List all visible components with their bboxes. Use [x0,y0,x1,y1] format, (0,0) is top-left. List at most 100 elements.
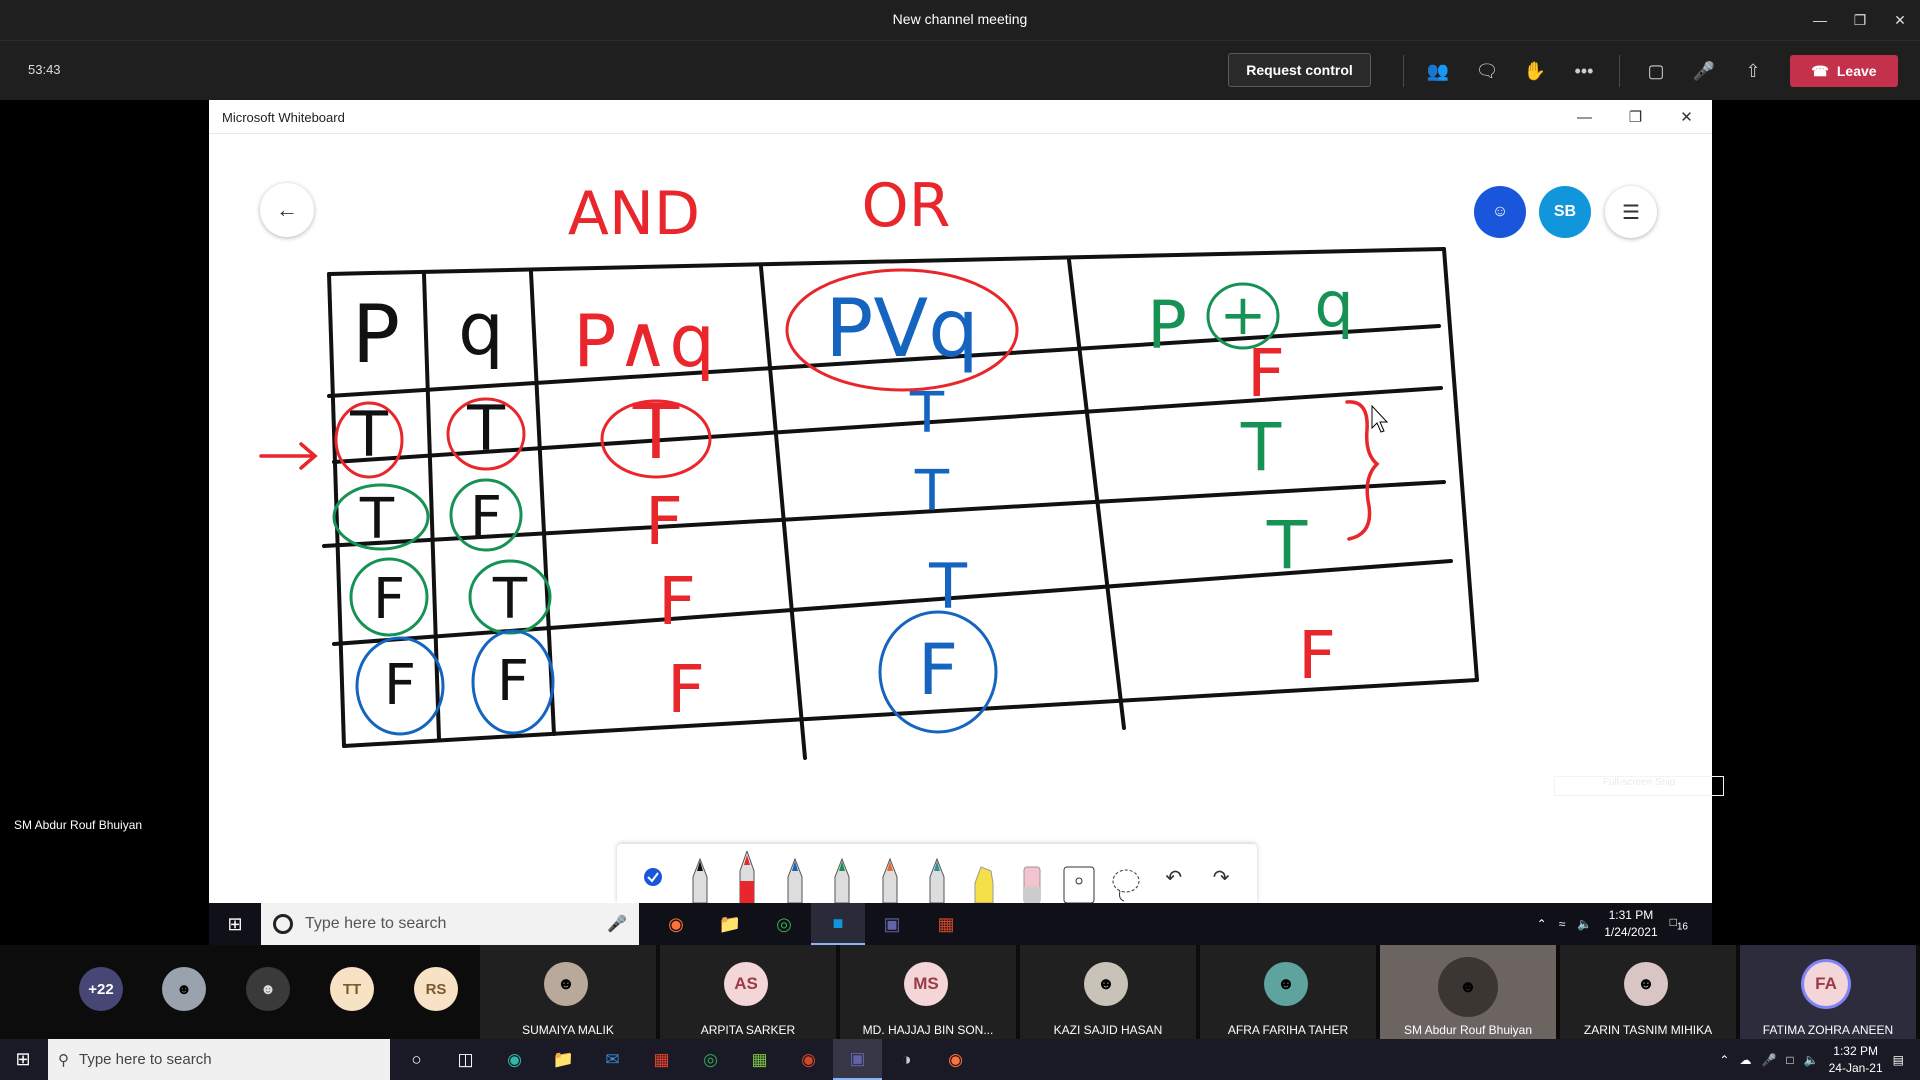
ruler-icon[interactable] [1059,851,1099,903]
participant-initials: MS [904,962,948,1006]
teams-icon[interactable]: ▣ [833,1039,882,1080]
participant-video-tile[interactable]: ☻ SM Abdur Rouf Bhuiyan [1380,945,1556,1039]
participant-tile[interactable]: ☻ ZARIN TASNIM MIHIKA [1560,945,1736,1039]
whiteboard-window: Microsoft Whiteboard — ❐ ✕ AND OR P q P∧… [209,100,1724,903]
participant-avatar-tt[interactable]: TT [330,967,374,1011]
chevron-up-icon[interactable]: ⌃ [1537,917,1547,931]
action-center-icon[interactable]: ▤ [1893,1053,1904,1067]
microphone-icon[interactable]: 🎤 [1761,1053,1776,1067]
redo-icon[interactable]: ↷ [1201,851,1241,903]
wifi-icon[interactable]: ≈ [1559,917,1566,931]
snip-overlay-label: Full-screen Snip [1554,776,1724,796]
teams-app-icon[interactable]: ▣ [865,903,919,945]
powerpoint-icon[interactable]: ◉ [784,1039,833,1080]
undo-icon[interactable]: ↶ [1154,851,1194,903]
highlighter-icon[interactable] [964,851,1004,903]
participant-avatar-rs[interactable]: RS [414,967,458,1011]
notification-icon[interactable]: □16 [1670,915,1688,932]
separator [1619,55,1620,87]
restore-icon[interactable]: ❐ [1840,0,1880,40]
cortana-icon[interactable]: ○ [392,1039,441,1080]
invite-person-icon[interactable]: ☺ [1474,186,1526,238]
table-col1-line [422,272,441,741]
truth-table-grid [322,247,1479,760]
participants-icon[interactable]: 👥 [1422,55,1454,87]
close-icon[interactable]: ✕ [1661,100,1712,134]
orange-pen-icon[interactable] [870,851,910,903]
table-col3-line [759,265,807,760]
close-icon[interactable]: ✕ [1880,0,1920,40]
back-arrow-icon[interactable]: ← [260,183,314,237]
black-pen-icon[interactable] [680,851,720,903]
camera-off-icon[interactable]: ▢ [1640,55,1672,87]
windows-start-icon[interactable]: ⊞ [209,903,261,945]
red-pen-icon[interactable] [727,851,767,903]
participant-tile[interactable]: MS MD. HAJJAJ BIN SON... [840,945,1016,1039]
whiteboard-canvas[interactable] [209,134,1712,844]
leave-button[interactable]: ☎ Leave [1790,55,1898,87]
office-icon[interactable]: ▦ [637,1039,686,1080]
more-actions-icon[interactable]: ••• [1568,55,1600,87]
phone-hangup-icon: ☎ [1811,62,1829,79]
volume-icon[interactable]: 🔈 [1804,1053,1819,1067]
powerpoint-app-icon[interactable]: ▦ [919,903,973,945]
firefox-icon[interactable]: ◉ [931,1039,980,1080]
presenter-clock[interactable]: 1:31 PM 1/24/2021 [1604,907,1657,941]
edge-icon[interactable]: ◉ [490,1039,539,1080]
minimize-icon[interactable]: — [1800,0,1840,40]
task-view-icon[interactable]: ◫ [441,1039,490,1080]
notification-count: 16 [1676,921,1688,933]
share-screen-icon[interactable]: ⇧ [1737,55,1769,87]
blue-pen-icon[interactable] [775,851,815,903]
avatar-sb[interactable]: SB [1539,186,1591,238]
participant-name: ZARIN TASNIM MIHIKA [1583,1023,1713,1037]
user-photo-icon: ☻ [260,980,276,998]
whiteboard-app-icon[interactable]: ■ [811,903,865,945]
participant-name: AFRA FARIHA TAHER [1227,1023,1349,1037]
file-explorer-icon[interactable]: 📁 [539,1039,588,1080]
select-check-icon[interactable] [633,851,673,903]
store-icon[interactable]: ▦ [735,1039,784,1080]
meeting-timer: 53:43 [28,62,61,77]
request-control-button[interactable]: Request control [1228,53,1371,87]
microphone-icon[interactable]: 🎤 [607,914,627,934]
participant-tile-speaking[interactable]: FA FATIMA ZOHRA ANEEN [1740,945,1916,1039]
network-icon[interactable]: □ [1786,1053,1793,1067]
taskbar-search-box[interactable]: ⚲ Type here to search [48,1039,390,1080]
paint-icon[interactable]: ◑ [882,1039,931,1080]
participants-strip: +22 ☻ ☻ TT RS ☻ SUMAIYA MALIK AS ARPITA … [0,945,1920,1039]
overflow-participants[interactable]: +22 [79,967,123,1011]
chevron-up-icon[interactable]: ⌃ [1719,1053,1729,1067]
lasso-icon[interactable] [1106,851,1146,903]
eraser-icon[interactable] [1012,851,1052,903]
firefox-icon[interactable]: ◉ [649,903,703,945]
participant-tile[interactable]: AS ARPITA SARKER [660,945,836,1039]
windows-start-icon[interactable]: ⊞ [0,1039,46,1080]
minimize-icon[interactable]: — [1559,100,1610,134]
participant-tile[interactable]: ☻ KAZI SAJID HASAN [1020,945,1196,1039]
hamburger-menu-icon[interactable]: ☰ [1605,186,1657,238]
chrome-icon[interactable]: ◎ [757,903,811,945]
presenter-search-box[interactable]: Type here to search 🎤 [261,903,639,945]
user-photo-icon: ☻ [544,962,588,1006]
participant-tile[interactable]: ☻ AFRA FARIHA TAHER [1200,945,1376,1039]
participant-name: MD. HAJJAJ BIN SON... [862,1023,994,1037]
user-photo-icon: ☻ [1624,962,1668,1006]
chat-icon[interactable]: 🗨 [1471,55,1503,87]
teal-pen-icon[interactable] [917,851,957,903]
volume-icon[interactable]: 🔈 [1577,917,1592,931]
mail-icon[interactable]: ✉ [588,1039,637,1080]
restore-icon[interactable]: ❐ [1610,100,1661,134]
raise-hand-icon[interactable]: ✋ [1519,55,1551,87]
participant-photo-avatar[interactable]: ☻ [162,967,206,1011]
system-clock[interactable]: 1:32 PM 24-Jan-21 [1829,1043,1883,1077]
system-date: 24-Jan-21 [1828,1060,1883,1075]
green-pen-icon[interactable] [822,851,862,903]
microphone-icon[interactable]: 🎤 [1688,55,1720,87]
chrome-icon[interactable]: ◎ [686,1039,735,1080]
teams-titlebar: New channel meeting — ❐ ✕ [0,0,1920,40]
onedrive-icon[interactable]: ☁ [1739,1053,1751,1067]
participant-photo-avatar[interactable]: ☻ [246,967,290,1011]
participant-tile[interactable]: ☻ SUMAIYA MALIK [480,945,656,1039]
file-explorer-icon[interactable]: 📁 [703,903,757,945]
